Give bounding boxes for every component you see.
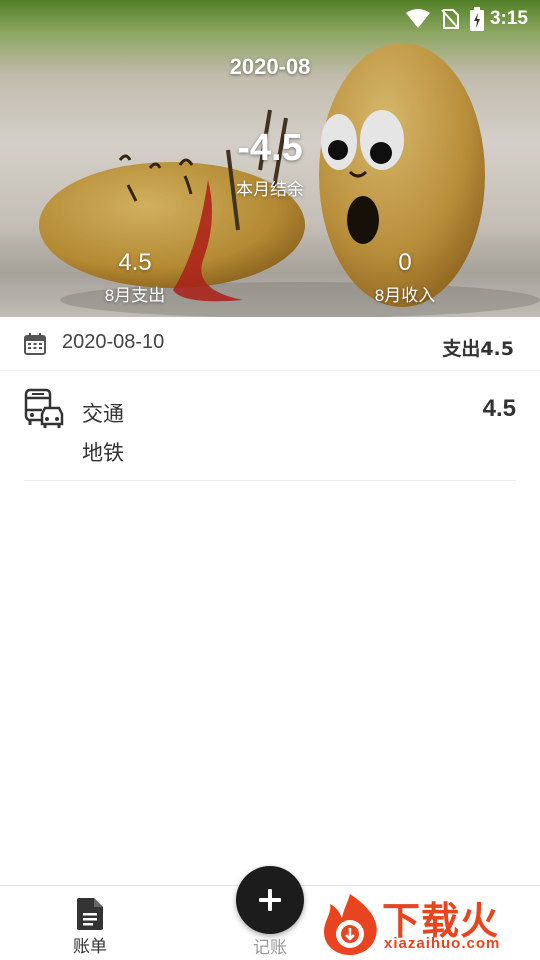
nav-bill-tab[interactable]: 账单: [50, 894, 130, 958]
month-expense-label: 8月支出: [104, 286, 166, 305]
add-record-label: 记账: [253, 938, 287, 958]
month-balance-value: -4.5: [237, 127, 303, 169]
calendar-icon: [24, 333, 46, 359]
day-group-date: 2020-08-10: [62, 331, 165, 353]
wifi-icon: [406, 9, 430, 29]
status-time: 3:15: [489, 8, 528, 29]
status-icons: [406, 6, 484, 32]
watermark-url: xiazaihuo.com: [384, 935, 501, 952]
list-item[interactable]: 交通 地铁 4.5: [24, 372, 516, 481]
month-expense-value: 4.5: [118, 249, 152, 276]
record-note: 地铁: [82, 441, 124, 465]
battery-charging-icon: [470, 7, 484, 31]
day-group-total: 支出4.5: [442, 338, 514, 360]
status-bar: 3:15: [0, 0, 540, 40]
month-selector[interactable]: 2020-08: [170, 54, 370, 80]
document-icon: [77, 898, 103, 930]
nav-bill-label: 账单: [73, 937, 107, 957]
month-income-value: 0: [398, 249, 412, 276]
no-sim-icon: [440, 8, 460, 30]
record-amount: 4.5: [482, 395, 516, 422]
month-balance-label: 本月结余: [236, 180, 304, 199]
record-category: 交通: [82, 402, 124, 426]
header-banner: 3:15 2020-08 -4.5 本月结余 4.5 8月支出 0 8月收入: [0, 0, 540, 317]
month-income-label: 8月收入: [374, 286, 436, 305]
flame-logo-icon: [324, 894, 377, 955]
add-record-button[interactable]: [236, 866, 304, 934]
watermark: 下载火 xiazaihuo.com: [320, 888, 536, 958]
bus-car-icon: [24, 388, 66, 434]
plus-icon: [259, 889, 281, 911]
day-group-header: 2020-08-10 支出4.5: [0, 317, 540, 371]
